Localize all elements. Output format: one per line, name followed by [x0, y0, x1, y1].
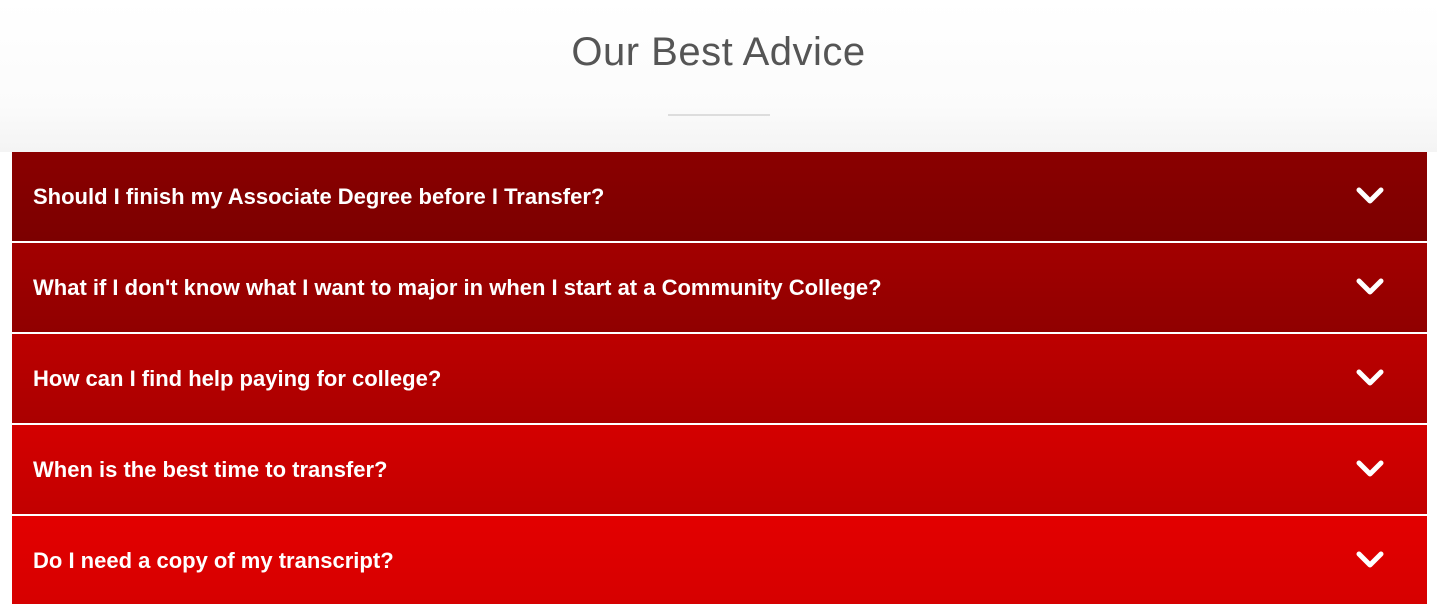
faq-question: When is the best time to transfer? — [33, 457, 388, 482]
section-title: Our Best Advice — [571, 30, 866, 74]
page: Our Best Advice Should I finish my Assoc… — [0, 0, 1437, 604]
faq-question: Do I need a copy of my transcript? — [33, 548, 394, 573]
chevron-down-icon[interactable] — [1355, 458, 1385, 480]
faq-item-undecided-major[interactable]: What if I don't know what I want to majo… — [12, 243, 1427, 332]
faq-item-associate-degree[interactable]: Should I finish my Associate Degree befo… — [12, 152, 1427, 241]
chevron-down-icon[interactable] — [1355, 185, 1385, 207]
chevron-down-icon[interactable] — [1355, 276, 1385, 298]
faq-question: How can I find help paying for college? — [33, 366, 442, 391]
chevron-down-icon[interactable] — [1355, 367, 1385, 389]
faq-accordion: Should I finish my Associate Degree befo… — [12, 152, 1427, 604]
faq-item-transcript[interactable]: Do I need a copy of my transcript? — [12, 516, 1427, 604]
section-header: Our Best Advice — [0, 0, 1437, 152]
faq-question: Should I finish my Associate Degree befo… — [33, 184, 605, 209]
faq-question: What if I don't know what I want to majo… — [33, 275, 882, 300]
title-divider — [668, 114, 770, 116]
chevron-down-icon[interactable] — [1355, 549, 1385, 571]
faq-item-best-time-to-transfer[interactable]: When is the best time to transfer? — [12, 425, 1427, 514]
faq-item-paying-for-college[interactable]: How can I find help paying for college? — [12, 334, 1427, 423]
